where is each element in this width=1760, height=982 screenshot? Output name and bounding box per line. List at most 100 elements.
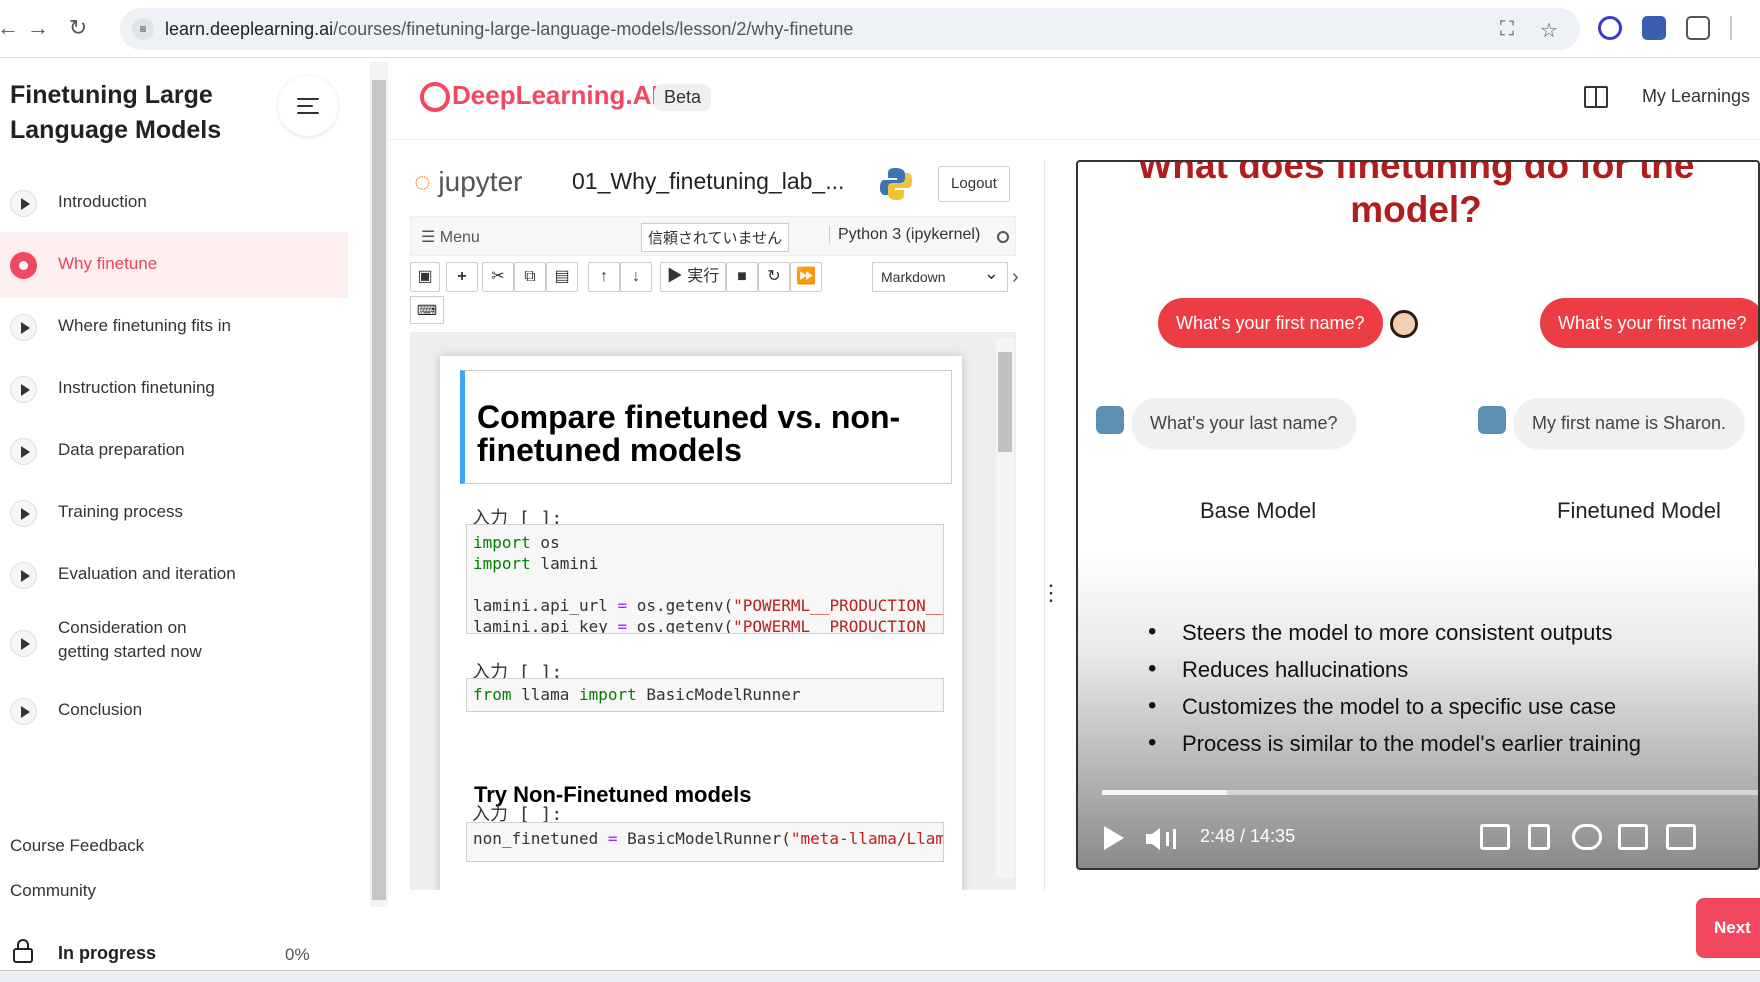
code-cell[interactable]: import os import lamini lamini.api_url =… — [466, 524, 944, 634]
jupyter-notebook-panel: ◌ jupyter 01_Why_finetuning_lab_... Logo… — [408, 160, 1020, 890]
copy-icon[interactable]: ⧉ — [514, 262, 546, 292]
progress-percent: 0% — [285, 945, 310, 964]
play-icon — [10, 190, 37, 217]
bookmark-star-icon[interactable]: ☆ — [1540, 18, 1558, 43]
profile-divider — [1730, 16, 1760, 40]
video-player[interactable]: What does finetuning do for the model? W… — [1076, 160, 1760, 870]
cast-icon[interactable] — [1618, 824, 1648, 850]
finetuned-model-label: Finetuned Model — [1557, 498, 1721, 523]
save-icon[interactable]: ▣ — [410, 262, 440, 292]
add-cell-icon[interactable]: + — [446, 262, 478, 292]
run-button[interactable]: ▶ 実行 — [660, 262, 726, 292]
my-learnings-link[interactable]: My Learnings — [1642, 86, 1750, 107]
python-logo-icon — [880, 168, 912, 200]
play-icon — [10, 562, 37, 589]
book-icon[interactable] — [1584, 86, 1608, 108]
video-time: 2:48 / 14:35 — [1200, 826, 1296, 846]
next-lesson-button[interactable]: Next — [1696, 898, 1760, 958]
play-icon — [10, 438, 37, 465]
lesson-item-instruction-finetuning[interactable]: Instruction finetuning — [0, 356, 348, 422]
slide-title: What does finetuning do for the model? — [1137, 160, 1695, 230]
user-avatar-icon — [1390, 310, 1418, 338]
lesson-item-where-finetuning-fits[interactable]: Where finetuning fits in — [0, 294, 348, 360]
url-text[interactable]: learn.deeplearning.ai/courses/finetuning… — [165, 19, 853, 40]
chevron-right-icon[interactable]: › — [1012, 266, 1019, 289]
volume-icon[interactable] — [1144, 826, 1184, 852]
address-bar[interactable]: ≡ learn.deeplearning.ai/courses/finetuni… — [120, 8, 1580, 50]
lesson-item-data-preparation[interactable]: Data preparation — [0, 418, 348, 484]
notebook-name[interactable]: 01_Why_finetuning_lab_... — [572, 168, 844, 195]
robot-icon — [1096, 406, 1124, 434]
kernel-status-icon — [997, 231, 1009, 243]
play-icon — [10, 698, 37, 725]
browser-toolbar: ← → ↻ ≡ learn.deeplearning.ai/courses/fi… — [0, 0, 1760, 58]
paste-icon[interactable]: ▤ — [546, 262, 578, 292]
notebook-scrollbar-thumb[interactable] — [998, 352, 1012, 452]
course-title: Finetuning Large Language Models — [10, 81, 222, 144]
lesson-item-evaluation[interactable]: Evaluation and iteration — [0, 542, 348, 608]
kernel-name[interactable]: Python 3 (ipykernel) — [829, 226, 980, 244]
code-cell[interactable]: from llama import BasicModelRunner — [466, 678, 944, 712]
cut-icon[interactable]: ✂ — [482, 262, 514, 292]
not-trusted-indicator[interactable]: 信頼されていません — [641, 223, 790, 252]
forward-icon[interactable]: → — [24, 14, 52, 42]
cell-heading: Compare finetuned vs. non-finetuned mode… — [477, 399, 901, 468]
back-icon[interactable]: ← — [0, 14, 22, 42]
reload-icon[interactable]: ↻ — [64, 14, 92, 42]
lesson-item-conclusion[interactable]: Conclusion — [0, 678, 348, 744]
sidebar-scrollbar-thumb[interactable] — [372, 80, 386, 900]
cell-type-select[interactable]: Markdown — [872, 262, 1008, 292]
lesson-label: Evaluation and iteration — [58, 564, 236, 583]
settings-gear-icon[interactable] — [1572, 824, 1602, 850]
logout-button[interactable]: Logout — [938, 166, 1010, 202]
site-info-icon[interactable]: ≡ — [132, 18, 154, 40]
slide-bullet: Reduces hallucinations — [1148, 655, 1408, 683]
site-header: DeepLearning.AI Beta My Learnings — [388, 58, 1760, 140]
lesson-item-why-finetune[interactable]: Why finetune — [0, 232, 348, 298]
slide-bullet: Process is similar to the model's earlie… — [1148, 729, 1641, 757]
miniplayer-icon[interactable] — [1666, 824, 1696, 850]
keyboard-icon[interactable]: ⌨ — [410, 296, 444, 324]
menu-button[interactable]: ☰ Menu — [421, 227, 480, 247]
lesson-item-training-process[interactable]: Training process — [0, 480, 348, 546]
stop-icon[interactable]: ■ — [726, 262, 758, 292]
extension-icon[interactable] — [1642, 16, 1666, 40]
video-progress-bar[interactable] — [1102, 790, 1758, 795]
video-progress-fill — [1102, 790, 1228, 795]
puzzle-icon[interactable] — [1686, 16, 1710, 40]
jupyter-logo[interactable]: ◌ jupyter — [414, 166, 522, 198]
lock-icon — [13, 939, 33, 963]
resize-handle-icon[interactable]: ⋮ — [1040, 580, 1062, 606]
extension-icon[interactable] — [1598, 16, 1622, 40]
slide-bullet: Customizes the model to a specific use c… — [1148, 692, 1616, 720]
notebook-page: Compare finetuned vs. non-finetuned mode… — [440, 356, 962, 890]
markdown-cell[interactable]: Compare finetuned vs. non-finetuned mode… — [460, 370, 952, 484]
chat-bubble: My first name is Sharon. — [1514, 398, 1745, 448]
code-cell[interactable]: non_finetuned = BasicModelRunner("meta-l… — [466, 822, 944, 862]
beta-badge: Beta — [654, 84, 712, 111]
notebook-area: Compare finetuned vs. non-finetuned mode… — [410, 332, 1016, 890]
os-taskbar — [0, 970, 1760, 982]
current-lesson-icon — [10, 252, 37, 279]
lesson-label: Where finetuning fits in — [58, 316, 231, 335]
course-feedback-link[interactable]: Course Feedback — [10, 836, 144, 856]
closed-captions-icon[interactable] — [1480, 824, 1510, 850]
lesson-item-introduction[interactable]: Introduction — [0, 170, 348, 236]
translate-icon[interactable]: ⛶ — [1500, 18, 1514, 41]
play-icon[interactable] — [1104, 826, 1124, 850]
base-model-label: Base Model — [1200, 498, 1317, 523]
collapse-menu-button[interactable] — [278, 76, 338, 136]
play-icon — [10, 630, 37, 657]
lesson-item-consideration[interactable]: Consideration on getting started now — [0, 604, 348, 684]
slide-bullet: Steers the model to more consistent outp… — [1148, 618, 1612, 646]
fast-forward-icon[interactable]: ⏩ — [790, 262, 822, 292]
deeplearning-logo-icon[interactable] — [420, 82, 450, 112]
brand-logo[interactable]: DeepLearning.AI — [452, 80, 659, 111]
transcript-icon[interactable] — [1528, 824, 1550, 850]
play-icon — [10, 314, 37, 341]
move-down-icon[interactable]: ↓ — [620, 262, 652, 292]
move-up-icon[interactable]: ↑ — [588, 262, 620, 292]
restart-icon[interactable]: ↻ — [758, 262, 790, 292]
play-icon — [10, 376, 37, 403]
community-link[interactable]: Community — [10, 881, 96, 901]
